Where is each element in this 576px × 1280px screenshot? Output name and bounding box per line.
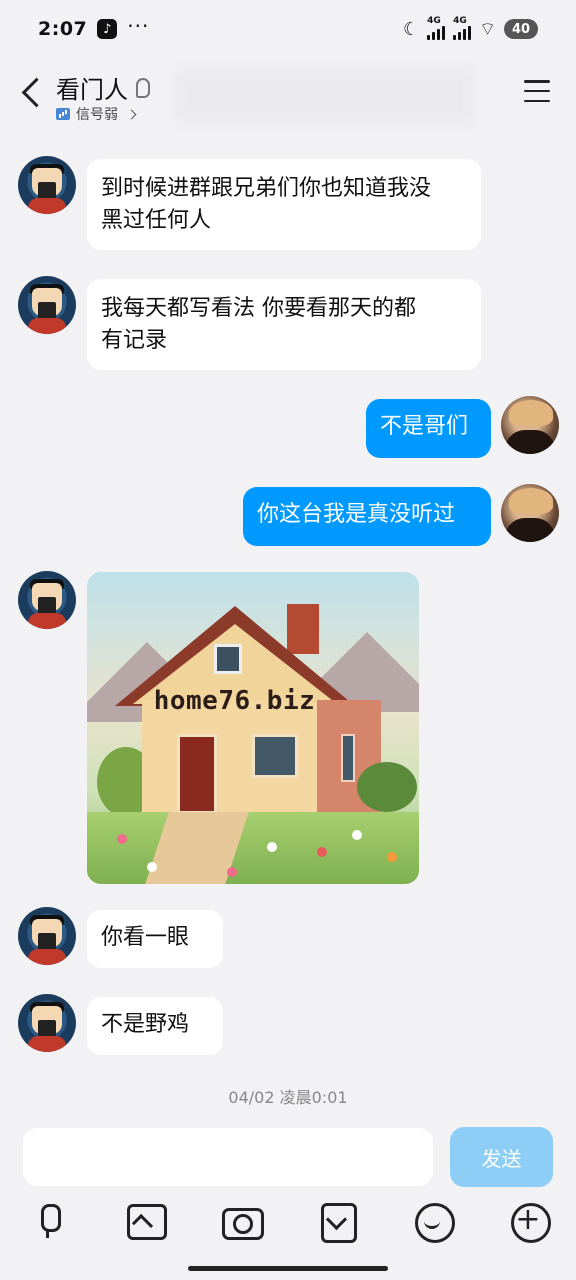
message-bubble[interactable]: 到时候进群跟兄弟们你也知道我没 黑过任何人 [87,159,481,250]
avatar[interactable] [18,156,76,214]
status-right: ☾ 4G 4G ⌔ 40 [402,16,538,41]
chat-header: 看门人 信号弱 [0,62,576,132]
network-type-1: 4G [427,16,441,26]
mic-icon[interactable] [28,1200,68,1240]
blurred-region [175,66,475,126]
avatar[interactable] [18,276,76,334]
wifi-icon: ⌔ [479,18,496,40]
pocket-icon[interactable] [316,1200,357,1243]
battery-icon: 40 [504,19,538,39]
flower [352,830,362,840]
header-title-row[interactable]: 看门人 [56,70,150,105]
home-indicator[interactable] [188,1266,388,1271]
flower [117,834,127,844]
flower [317,847,327,857]
plus-icon[interactable] [508,1200,551,1243]
message-bubble-outgoing[interactable]: 你这台我是真没听过 [243,487,491,546]
message-timestamp: 04/02 凌晨0:01 [228,1088,348,1107]
menu-icon[interactable] [524,80,550,102]
header-subtitle-row[interactable]: 信号弱 [56,104,137,124]
flower [147,862,157,872]
message-text-line: 我每天都写看法 你要看那天的都 [101,296,416,321]
grass-ground [87,812,419,884]
composer-toolbar [0,1200,576,1246]
avatar[interactable] [501,396,559,454]
composer-area: 发送 [0,1120,576,1280]
tiktok-icon: ♪ [97,19,118,39]
chat-title: 看门人 [56,76,128,104]
message-text-line: 到时候进群跟兄弟们你也知道我没 [101,176,432,201]
attic-window [214,644,242,674]
message-bubble-outgoing[interactable]: 不是哥们 [366,399,491,458]
status-bar: 2:07 ♪ ··· ☾ 4G 4G ⌔ 40 [0,0,576,58]
message-bubble[interactable]: 不是野鸡 [87,997,223,1055]
chat-subtitle: 信号弱 [76,107,118,123]
more-dots-icon: ··· [127,14,150,38]
door-shape [177,734,217,814]
message-text: 你看一眼 [101,925,190,950]
camera-icon[interactable] [220,1200,264,1240]
message-text: 不是哥们 [380,414,469,439]
ear-icon [136,77,150,98]
cellular-signal-icon: 4G [427,16,446,40]
network-type-2: 4G [453,16,467,26]
status-left: 2:07 ♪ ··· [38,14,149,40]
window-shape [252,734,298,778]
bush-shape [357,762,417,812]
message-text: 不是野鸡 [101,1012,190,1037]
image-icon[interactable] [124,1200,167,1240]
message-text: 你这台我是真没听过 [257,502,456,527]
avatar[interactable] [501,484,559,542]
cellular-signal-icon-2: 4G [453,16,472,40]
avatar[interactable] [18,994,76,1052]
signal-icon [56,108,70,120]
message-bubble[interactable]: 我每天都写看法 你要看那天的都 有记录 [87,279,481,370]
flower [267,842,277,852]
flower [387,852,397,862]
flower [227,867,237,877]
send-button[interactable]: 发送 [450,1127,553,1187]
avatar[interactable] [18,571,76,629]
chevron-right-icon [126,109,137,119]
side-window-shape [341,734,355,782]
emoji-icon[interactable] [412,1200,455,1243]
message-text-line: 有记录 [101,328,168,353]
message-text-line: 黑过任何人 [101,208,212,233]
image-caption-text: home76.biz [153,686,316,716]
message-image[interactable]: home76.biz [87,572,419,884]
message-input[interactable] [23,1128,433,1186]
avatar[interactable] [18,907,76,965]
message-bubble[interactable]: 你看一眼 [87,910,223,968]
back-arrow-icon[interactable] [18,76,46,112]
moon-icon: ☾ [402,18,420,40]
status-time: 2:07 [38,18,88,40]
